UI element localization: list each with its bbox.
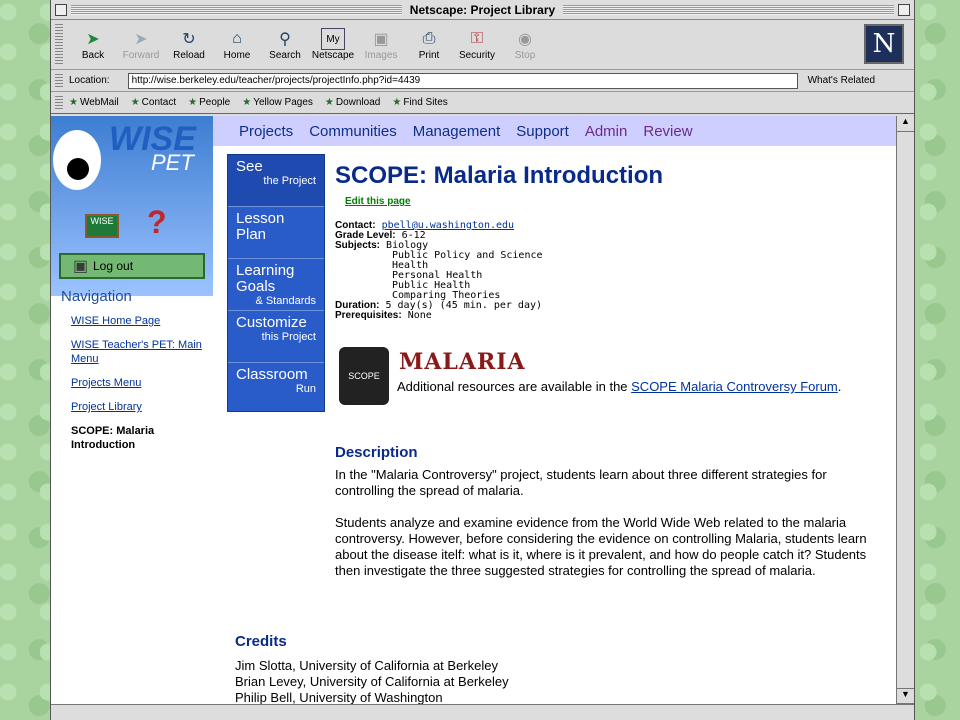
menu-classroom-run[interactable]: Classroom Run (228, 363, 324, 415)
print-button[interactable]: ⎙ Print (405, 28, 453, 61)
topnav-projects[interactable]: Projects (239, 123, 293, 140)
window-title: Netscape: Project Library (401, 2, 564, 17)
description-paragraph: Students analyze and examine evidence fr… (335, 515, 867, 578)
topnav-review[interactable]: Review (643, 123, 692, 140)
images-button[interactable]: ▣ Images (357, 28, 405, 61)
location-label: Location: (69, 75, 110, 86)
personal-toolbar: WebMail Contact People Yellow Pages Down… (51, 92, 914, 114)
home-button[interactable]: ⌂ Home (213, 28, 261, 61)
nav-link-projects-menu[interactable]: Projects Menu (71, 376, 211, 390)
malaria-logo-text: MALARIA (399, 349, 526, 375)
bookmark-yellow-pages[interactable]: Yellow Pages (242, 97, 313, 108)
page-content: WISE PET WISE ? Log out Navigation WISE … (51, 116, 897, 704)
resources-text: Additional resources are available in th… (397, 379, 842, 394)
description-section: Description In the "Malaria Controversy"… (335, 445, 875, 579)
close-box[interactable] (55, 4, 67, 16)
browser-window: Netscape: Project Library ➤ Back ➤ Forward… (50, 0, 915, 720)
nav-current-page: SCOPE: Malaria Introduction (71, 425, 155, 451)
nav-link-wise-home[interactable]: WISE Home Page (71, 314, 211, 328)
bookmark-contact[interactable]: Contact (131, 97, 176, 108)
menu-see-project[interactable]: See the Project (228, 155, 324, 207)
menu-customize[interactable]: Customize this Project (228, 311, 324, 363)
project-side-menu: See the Project Lesson Plan Learning Goa… (227, 154, 325, 412)
lock-icon: ⚿ (470, 30, 484, 47)
help-question-icon[interactable]: ? (147, 204, 167, 241)
description-paragraph: In the "Malaria Controversy" project, st… (335, 467, 827, 498)
title-bar[interactable]: Netscape: Project Library (51, 0, 914, 20)
menu-lesson-plan[interactable]: Lesson Plan (228, 207, 324, 259)
top-navigation: Projects Communities Management Support … (213, 116, 897, 146)
stop-button[interactable]: ◉ Stop (501, 28, 549, 61)
topnav-management[interactable]: Management (413, 123, 501, 140)
bookmark-webmail[interactable]: WebMail (69, 97, 119, 108)
menu-learning-goals[interactable]: Learning Goals & Standards (228, 259, 324, 311)
wise-pet-logo: WISE PET WISE ? Log out (51, 116, 213, 296)
bookmark-download[interactable]: Download (325, 97, 380, 108)
search-button[interactable]: ⚲ Search (261, 28, 309, 61)
vertical-scrollbar[interactable]: ▲ ▼ (896, 116, 914, 704)
back-arrow-icon: ➤ (86, 31, 100, 48)
home-icon: ⌂ (232, 30, 242, 47)
images-icon: ▣ (373, 31, 389, 48)
reload-button[interactable]: ↻ Reload (165, 28, 213, 61)
zoom-box[interactable] (898, 4, 910, 16)
netscape-logo[interactable]: N (864, 24, 904, 64)
navigation-toolbar: ➤ Back ➤ Forward ↻ Reload ⌂ Home ⚲ Search My N… (51, 20, 914, 70)
toolbar-grip[interactable] (55, 24, 63, 65)
stop-icon: ◉ (518, 31, 532, 48)
resources-block: SCOPE MALARIA Additional resources are a… (335, 347, 875, 411)
nav-link-teachers-pet[interactable]: WISE Teacher's PET: Main Menu (71, 338, 211, 366)
topnav-communities[interactable]: Communities (309, 123, 397, 140)
back-button[interactable]: ➤ Back (69, 28, 117, 61)
credit-name: Philip Bell, University of Washington (235, 690, 443, 704)
whats-related-button[interactable]: What's Related (808, 75, 876, 86)
forward-button[interactable]: ➤ Forward (117, 28, 165, 61)
topnav-admin[interactable]: Admin (585, 123, 628, 140)
forward-arrow-icon: ➤ (134, 31, 148, 48)
print-icon: ⎙ (422, 30, 436, 47)
navigation-heading: Navigation (61, 288, 132, 305)
edit-page-link[interactable]: Edit this page (345, 196, 411, 207)
personal-grip[interactable] (55, 96, 63, 109)
description-heading: Description (335, 444, 418, 461)
prerequisites: None (407, 310, 432, 321)
logout-button[interactable]: Log out (59, 253, 205, 279)
url-field[interactable] (127, 72, 798, 89)
location-grip[interactable] (55, 74, 63, 87)
credits-section: Credits Jim Slotta, University of Califo… (235, 633, 509, 705)
bookmark-people[interactable]: People (188, 97, 230, 108)
project-metadata: Contact: pbell@u.washington.edu Grade Le… (335, 221, 875, 321)
search-icon: ⚲ (279, 31, 291, 48)
wise-board-icon[interactable]: WISE (85, 214, 119, 238)
subject-item: Public Policy and Science (392, 250, 543, 261)
page-title: SCOPE: Malaria Introduction (335, 162, 664, 189)
navigation-list: WISE Home Page WISE Teacher's PET: Main … (71, 314, 211, 452)
subjects-list: Public Policy and Science Health Persona… (335, 251, 875, 301)
credits-heading: Credits (235, 633, 287, 650)
scroll-down-arrow[interactable]: ▼ (897, 688, 914, 704)
pet-logo-text: PET (151, 150, 194, 175)
nav-link-project-library[interactable]: Project Library (71, 400, 211, 414)
security-button[interactable]: ⚿ Security (453, 28, 501, 61)
scroll-up-arrow[interactable]: ▲ (897, 116, 914, 132)
netscape-icon: My (321, 28, 345, 50)
netscape-button[interactable]: My Netscape (309, 28, 357, 61)
panda-image (53, 130, 101, 190)
location-bar: Location: What's Related (51, 70, 914, 92)
status-bar (51, 704, 914, 720)
reload-icon: ↻ (182, 31, 196, 48)
bookmark-find-sites[interactable]: Find Sites (392, 97, 447, 108)
scope-logo[interactable]: SCOPE (339, 347, 389, 405)
credit-name: Brian Levey, University of California at… (235, 674, 509, 689)
topnav-support[interactable]: Support (516, 123, 569, 140)
malaria-forum-link[interactable]: SCOPE Malaria Controversy Forum (631, 379, 838, 394)
credit-name: Jim Slotta, University of California at … (235, 658, 498, 673)
project-main: SCOPE: Malaria Introduction Edit this pa… (335, 162, 875, 595)
